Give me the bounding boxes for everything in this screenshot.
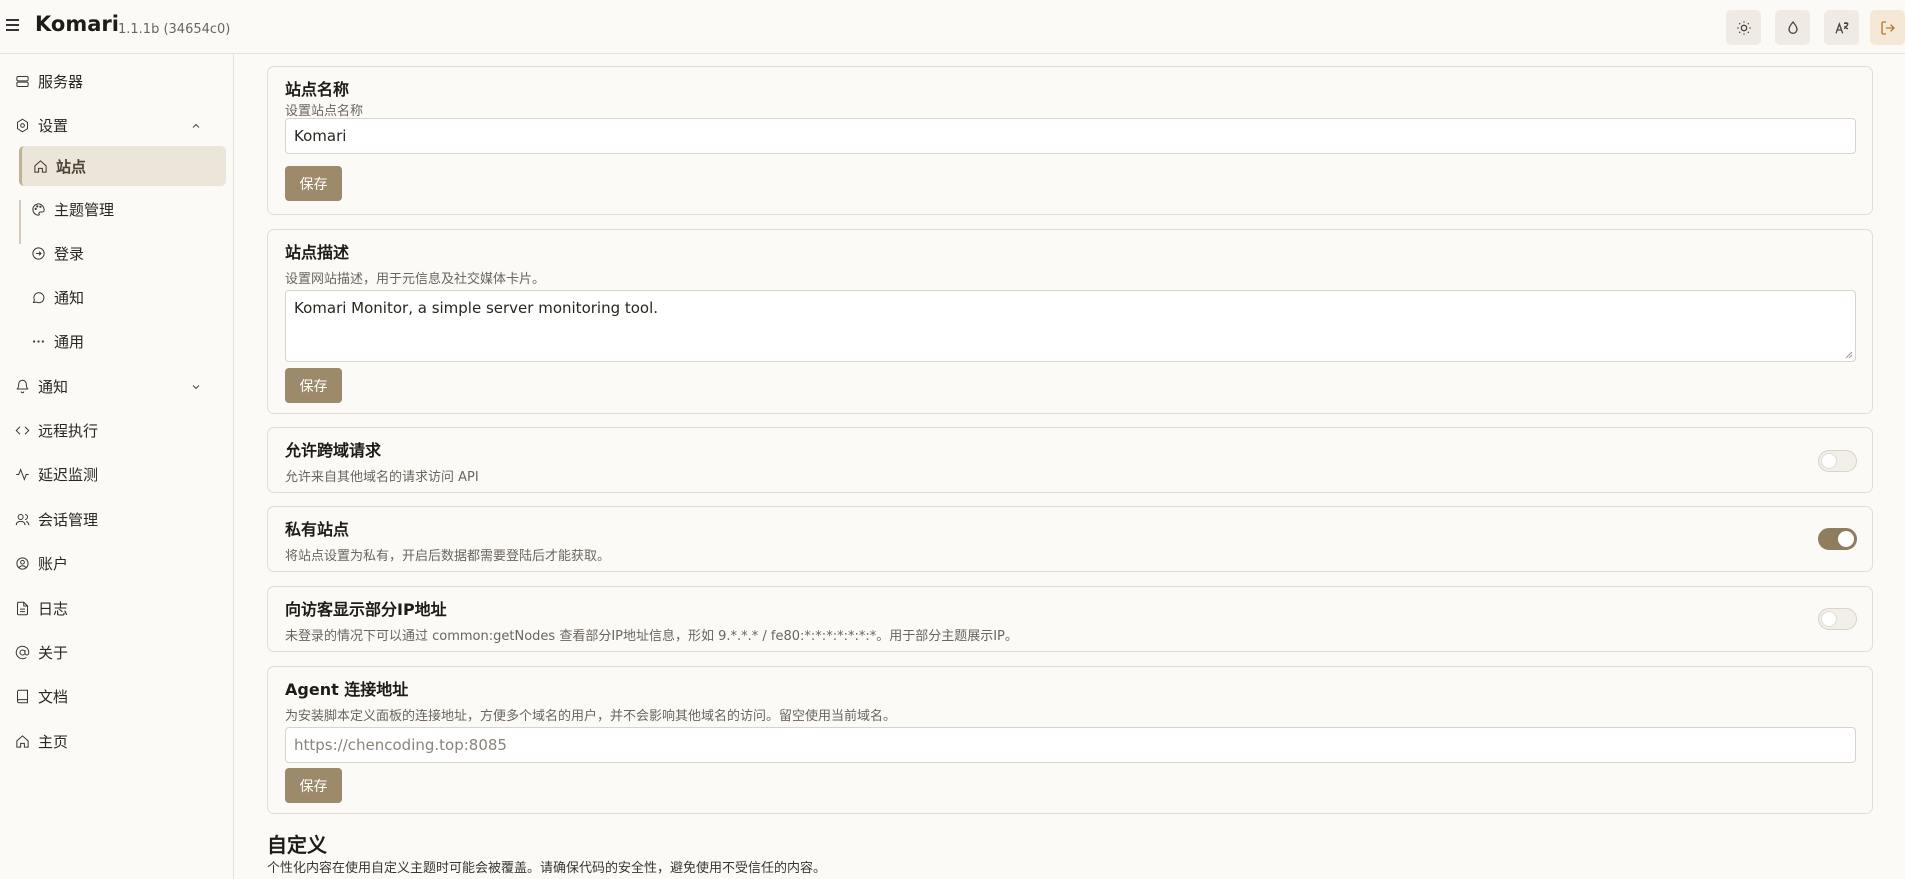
cors-card: 允许跨域请求 允许来自其他域名的请求访问 API [267,427,1873,493]
sidebar-item-sessions[interactable]: 会话管理 [14,500,220,538]
save-button[interactable]: 保存 [285,166,342,201]
settings-icon [14,117,30,133]
card-title: 允许跨域请求 [285,441,382,460]
language-button[interactable] [1824,10,1859,45]
book-icon [14,688,30,704]
file-icon [14,600,30,616]
droplet-icon [1787,20,1798,34]
more-icon [30,333,46,349]
card-description: 设置网站描述，用于元信息及社交媒体卡片。 [285,272,546,287]
private-site-toggle[interactable] [1818,528,1857,550]
site-description-textarea[interactable]: Komari Monitor, a simple server monitori… [285,290,1856,362]
sidebar-item-label: 设置 [38,116,69,135]
sidebar-item-label: 远程执行 [38,421,99,440]
private-site-card: 私有站点 将站点设置为私有，开启后数据都需要登陆后才能获取。 [267,506,1873,572]
translate-icon [1834,21,1849,34]
activity-icon [14,466,30,482]
user-circle-icon [14,555,30,571]
submenu-line [19,200,21,244]
card-title: 私有站点 [285,520,350,539]
sidebar-item-site[interactable]: 站点 [19,146,226,186]
palette-icon [30,201,46,217]
server-icon [14,73,30,89]
sidebar-item-logs[interactable]: 日志 [14,589,220,627]
sidebar-item-label: 账户 [38,554,69,573]
login-icon [30,245,46,261]
menu-icon[interactable] [6,17,22,33]
agent-url-card: Agent 连接地址 为安装脚本定义面板的连接地址，方便多个域名的用户，并不会影… [267,666,1873,814]
toggle-knob [1821,453,1837,469]
save-button[interactable]: 保存 [285,768,342,803]
bell-icon [14,378,30,394]
sidebar-item-settings[interactable]: 设置 [14,106,220,144]
save-button[interactable]: 保存 [285,368,342,403]
at-icon [14,644,30,660]
home-icon [14,733,30,749]
textarea-value: Komari Monitor, a simple server monitori… [294,299,659,317]
card-title: 向访客显示部分IP地址 [285,600,447,619]
site-name-input[interactable]: Komari [285,118,1856,154]
top-bar: Komari 1.1.1b (34654c0) [0,0,1905,54]
sidebar-item-label: 登录 [54,244,85,263]
card-title: Agent 连接地址 [285,680,409,699]
toggle-knob [1821,611,1837,627]
sidebar-item-login[interactable]: 登录 [30,234,220,272]
sidebar-item-latency[interactable]: 延迟监测 [14,455,220,493]
sidebar-item-label: 文档 [38,687,69,706]
custom-section-title: 自定义 [267,833,327,857]
users-icon [14,511,30,527]
sidebar-item-home[interactable]: 主页 [14,722,220,760]
sidebar-item-docs[interactable]: 文档 [14,677,220,715]
sidebar: 服务器 设置 站点 主题管理 登录 通知 通用 通知 远程执行 延迟监测 会话管… [0,54,234,879]
sidebar-item-label: 主题管理 [54,200,115,219]
toggle-knob [1838,531,1854,547]
logout-button[interactable] [1870,10,1905,45]
sidebar-item-label: 日志 [38,599,69,618]
sidebar-item-label: 通知 [38,377,69,396]
card-description: 未登录的情况下可以通过 common:getNodes 查看部分IP地址信息，形… [285,629,1018,644]
logout-icon [1880,20,1895,35]
card-description: 将站点设置为私有，开启后数据都需要登陆后才能获取。 [285,549,611,564]
sidebar-item-general[interactable]: 通用 [30,322,220,360]
color-button[interactable] [1775,10,1810,45]
site-name-card: 站点名称 设置站点名称 Komari 保存 [267,66,1873,215]
app-title: Komari [35,12,119,36]
sidebar-item-label: 通知 [54,288,85,307]
sidebar-item-about[interactable]: 关于 [14,633,220,671]
card-title: 站点描述 [285,243,350,262]
home-icon [32,158,48,174]
sidebar-item-notifications[interactable]: 通知 [14,367,220,405]
show-ip-toggle[interactable] [1818,608,1857,630]
theme-toggle-button[interactable] [1726,10,1761,45]
card-description: 设置站点名称 [285,104,364,119]
sidebar-item-label: 站点 [56,157,87,176]
sidebar-item-notify-settings[interactable]: 通知 [30,278,220,316]
sidebar-item-remote-exec[interactable]: 远程执行 [14,411,220,449]
card-title: 站点名称 [285,80,350,99]
agent-url-input[interactable]: https://chencoding.top:8085 [285,727,1856,763]
sidebar-item-label: 会话管理 [38,510,99,529]
sidebar-item-label: 通用 [54,332,85,351]
cors-toggle[interactable] [1818,450,1857,472]
chevron-up-icon [190,118,202,130]
custom-section-description: 个性化内容在使用自定义主题时可能会被覆盖。请确保代码的安全性，避免使用不受信任的… [267,861,827,876]
show-ip-card: 向访客显示部分IP地址 未登录的情况下可以通过 common:getNodes … [267,586,1873,652]
sidebar-item-label: 主页 [38,732,69,751]
settings-content: 站点名称 设置站点名称 Komari 保存 站点描述 设置网站描述，用于元信息及… [267,54,1873,879]
message-icon [30,289,46,305]
sidebar-item-label: 服务器 [38,72,84,91]
sidebar-item-label: 延迟监测 [38,465,99,484]
sidebar-item-account[interactable]: 账户 [14,544,220,582]
resize-handle-icon[interactable] [1845,351,1853,359]
card-description: 允许来自其他域名的请求访问 API [285,470,479,485]
card-description: 为安装脚本定义面板的连接地址，方便多个域名的用户，并不会影响其他域名的访问。留空… [285,709,897,724]
sidebar-item-themes[interactable]: 主题管理 [30,190,220,228]
app-version: 1.1.1b (34654c0) [118,22,231,37]
sidebar-item-label: 关于 [38,643,69,662]
code-icon [14,422,30,438]
sidebar-item-servers[interactable]: 服务器 [14,62,220,100]
chevron-down-icon [190,379,202,391]
site-description-card: 站点描述 设置网站描述，用于元信息及社交媒体卡片。 Komari Monitor… [267,229,1873,414]
sun-icon [1736,20,1751,35]
